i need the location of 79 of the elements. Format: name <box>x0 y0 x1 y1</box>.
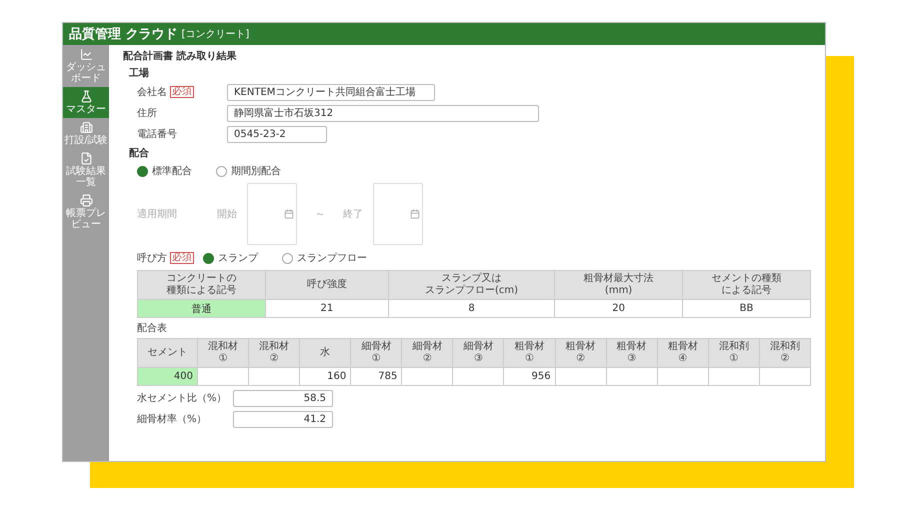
header-text: 種類による記号 <box>165 285 238 297</box>
header-text: による記号 <box>720 285 773 297</box>
calendar-icon <box>284 209 294 219</box>
table-cell: 20 <box>554 300 683 318</box>
header-text: ④ <box>677 353 688 365</box>
header-text: ② <box>575 353 586 365</box>
header-text: スランプフロー(cm) <box>424 285 520 297</box>
header-text: ① <box>728 353 740 365</box>
header-text: ① <box>524 353 535 365</box>
page-title: 配合計画書 読み取り結果 <box>123 50 238 63</box>
radio-button[interactable] <box>203 252 214 264</box>
field-label: 終了 <box>343 208 363 221</box>
header-text: 呼び強度 <box>306 279 348 291</box>
table-cell: BB <box>682 300 810 318</box>
chart-icon <box>80 48 92 61</box>
field-label: 細骨材率（%） <box>137 412 207 426</box>
header-text: セメント <box>146 347 188 359</box>
table-cell: 21 <box>265 300 388 318</box>
text-field[interactable]: KENTEMコンクリート共同組合富士工場 <box>227 84 435 100</box>
field-label: 水セメント比（%） <box>137 392 227 405</box>
section-heading: 工場 <box>129 66 150 80</box>
radio-label: 標準配合 <box>152 164 192 178</box>
field-label: 会社名 <box>137 86 167 99</box>
header-text: 水 <box>319 347 332 359</box>
header-text: 粗骨材 <box>514 341 546 353</box>
header-text: セメントの種類 <box>710 273 783 284</box>
radio-button[interactable] <box>137 166 148 176</box>
building-icon <box>80 121 92 134</box>
text-field[interactable]: 0545-23-2 <box>227 126 327 142</box>
flask-icon <box>80 90 92 103</box>
header-text: 粗骨材 <box>564 341 597 353</box>
header-text: 粗骨材最大寸法 <box>582 273 655 285</box>
header-text: 混和剤 <box>768 341 801 353</box>
radio-label: スランプ <box>218 252 258 265</box>
header-text: ② <box>268 353 280 365</box>
radio-label: 期間別配合 <box>231 164 281 178</box>
header-text: 細骨材 <box>462 341 494 353</box>
table-cell: 8 <box>388 300 555 318</box>
header-text: ③ <box>626 353 638 365</box>
field-label: 電話番号 <box>137 128 177 141</box>
sidebar-item[interactable]: マスター <box>63 87 109 118</box>
header-text: 混和剤 <box>718 341 750 353</box>
app-subtitle: [コンクリート] <box>182 28 250 41</box>
section-label: 配合表 <box>137 322 168 335</box>
table-cell: 956 <box>504 368 556 386</box>
table-cell: 400 <box>138 368 198 386</box>
document-check-icon <box>80 152 92 165</box>
header-text: (mm) <box>604 285 634 297</box>
table-cell: 785 <box>350 368 402 386</box>
header-text: 細骨材 <box>360 341 392 353</box>
field-label: 住所 <box>137 106 157 120</box>
header-text: 混和材 <box>258 341 290 353</box>
header-text: ③ <box>472 353 484 365</box>
header-text: ① <box>218 353 229 365</box>
header-text: コンクリートの <box>165 273 238 284</box>
header-text: スランプ又は <box>440 273 502 284</box>
text-field[interactable]: 静岡県富士市石坂312 <box>227 104 539 122</box>
number-field[interactable]: 58.5 <box>233 390 333 406</box>
number-field[interactable]: 41.2 <box>233 410 333 428</box>
printer-icon <box>80 194 92 207</box>
calendar-icon <box>410 209 420 219</box>
range-separator: ～ <box>315 208 325 221</box>
header-text: 混和材 <box>207 341 240 353</box>
header-text: 細骨材 <box>411 341 444 353</box>
table-cell: 普通 <box>138 300 266 318</box>
app-title: 品質管理 クラウド <box>69 26 178 43</box>
header-text: 粗骨材 <box>666 341 699 353</box>
section-heading: 配合 <box>129 146 150 160</box>
header-text: 粗骨材 <box>616 341 648 353</box>
field-label: 開始 <box>217 208 237 221</box>
header-text: ② <box>422 353 433 365</box>
radio-label: スランプフロー <box>297 252 367 265</box>
radio-button[interactable] <box>216 166 227 176</box>
header-text: ② <box>779 353 790 365</box>
field-label: 適用期間 <box>137 208 178 221</box>
field-label: 呼び方 <box>137 252 167 265</box>
table-cell: 160 <box>300 368 351 386</box>
header-text: ① <box>370 353 382 365</box>
radio-button[interactable] <box>282 252 293 264</box>
